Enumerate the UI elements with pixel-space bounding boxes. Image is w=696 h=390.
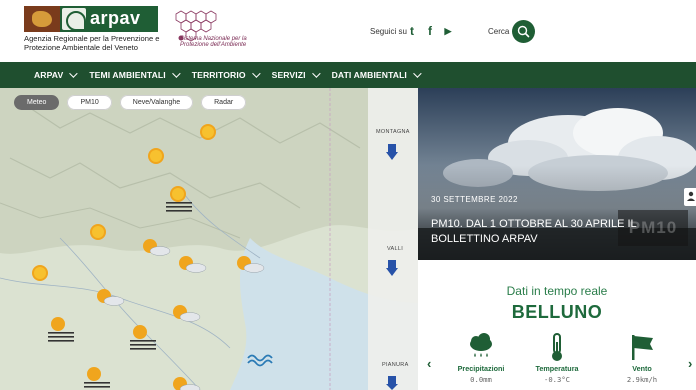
metric-temperature: Temperatura -0.3°C	[522, 332, 592, 384]
sun-fog-icon	[48, 317, 74, 342]
prev-arrow-icon[interactable]: ‹	[427, 356, 431, 371]
metric-precipitation: Precipitazioni 0.0mm	[446, 332, 516, 384]
site-header: arpav Agenzia Regionale per la Prevenzio…	[0, 0, 696, 62]
search-icon	[517, 25, 530, 38]
realtime-city: BELLUNO	[511, 302, 603, 322]
sun-cloud-icon	[173, 305, 201, 322]
station-marker-icon	[386, 144, 398, 160]
rain-cloud-icon	[470, 333, 492, 357]
twitter-icon[interactable]: t	[405, 24, 419, 38]
hero-title[interactable]: PM10. DAL 1 OTTOBRE AL 30 APRILE IL BOLL…	[431, 217, 667, 247]
sun-fog-icon	[84, 367, 110, 388]
nav-item-dati-ambientali[interactable]: DATI AMBIENTALI	[331, 69, 422, 80]
weather-map[interactable]: MONTAGNA VALLI PIANURA	[0, 88, 418, 390]
agency-name: Agenzia Regionale per la Prevenzione e P…	[24, 34, 160, 52]
next-arrow-icon[interactable]: ›	[688, 356, 692, 371]
metric-wind: Vento 2.9km/h	[607, 332, 677, 384]
metric-label: Precipitazioni	[457, 364, 505, 373]
metric-label: Vento	[632, 364, 652, 373]
snpa-logo-icon[interactable]	[168, 6, 253, 56]
chevron-down-icon	[171, 69, 181, 78]
sun-icon	[90, 224, 106, 240]
sun-cloud-icon	[179, 256, 207, 273]
tab-meteo[interactable]: Meteo	[14, 95, 60, 110]
sun-icon	[32, 265, 48, 281]
realtime-panel: Dati in tempo reale BELLUNO ‹ › Precipit…	[418, 260, 696, 390]
station-marker-icon	[386, 260, 398, 276]
logo-text: arpav	[90, 8, 141, 28]
tab-neve-valanghe[interactable]: Neve/Valanghe	[119, 95, 194, 110]
sun-fog-icon	[130, 325, 156, 350]
sun-icon	[148, 148, 164, 164]
veneto-emblem-icon	[24, 6, 60, 32]
chevron-down-icon	[413, 69, 422, 78]
nav-item-label: DATI AMBIENTALI	[331, 70, 407, 80]
metric-label: Temperatura	[535, 364, 579, 373]
youtube-icon[interactable]: ▶	[441, 24, 455, 38]
arpav-logo[interactable]: arpav	[24, 6, 158, 32]
metric-value: 2.9km/h	[626, 375, 658, 384]
nav-item-label: TERRITORIO	[191, 70, 246, 80]
nav-item-temi-ambientali[interactable]: TEMI AMBIENTALI	[89, 69, 181, 80]
news-hero[interactable]: PM10 30 SETTEMBRE 2022 PM10. DAL 1 OTTOB…	[418, 88, 696, 260]
nav-item-label: ARPAV	[34, 70, 64, 80]
search-label: Cerca	[488, 27, 510, 36]
main-nav: ARPAV TEMI AMBIENTALI TERRITORIO SERVIZI…	[0, 62, 696, 88]
map-tabs: Meteo PM10 Neve/Valanghe Radar	[14, 95, 247, 110]
sun-cloud-icon	[237, 256, 265, 273]
follow-label: Seguici su	[370, 27, 407, 36]
tab-radar[interactable]: Radar	[201, 95, 247, 110]
person-icon[interactable]	[684, 188, 696, 206]
wind-flag-icon	[632, 335, 653, 360]
nav-item-label: TEMI AMBIENTALI	[89, 70, 166, 80]
thermometer-icon	[552, 333, 562, 361]
snpa-name: Sistema Nazionale per la Protezione dell…	[180, 36, 247, 48]
nav-item-servizi[interactable]: SERVIZI	[271, 69, 321, 80]
realtime-title: Dati in tempo reale	[506, 284, 608, 298]
chevron-down-icon	[311, 69, 321, 78]
facebook-icon[interactable]: f	[423, 24, 437, 38]
metric-value: 0.0mm	[470, 375, 492, 384]
sun-fog-icon	[166, 186, 192, 212]
sun-icon	[200, 124, 216, 140]
sun-cloud-icon	[173, 377, 201, 390]
sun-cloud-icon	[97, 289, 125, 306]
nav-item-territorio[interactable]: TERRITORIO	[191, 69, 261, 80]
metric-value: -0.3°C	[544, 375, 570, 384]
chevron-down-icon	[69, 69, 78, 78]
sea-waves-icon	[247, 354, 273, 367]
station-marker-icon	[386, 376, 398, 390]
nav-item-arpav[interactable]: ARPAV	[34, 69, 78, 80]
hero-date: 30 SETTEMBRE 2022	[431, 195, 518, 204]
nav-item-label: SERVIZI	[271, 70, 306, 80]
tab-pm10[interactable]: PM10	[67, 95, 112, 110]
sun-cloud-icon	[143, 239, 171, 256]
arpav-leaf-icon	[62, 8, 86, 31]
search-button[interactable]	[512, 20, 535, 43]
chevron-down-icon	[251, 69, 261, 78]
weather-symbols	[32, 124, 398, 390]
